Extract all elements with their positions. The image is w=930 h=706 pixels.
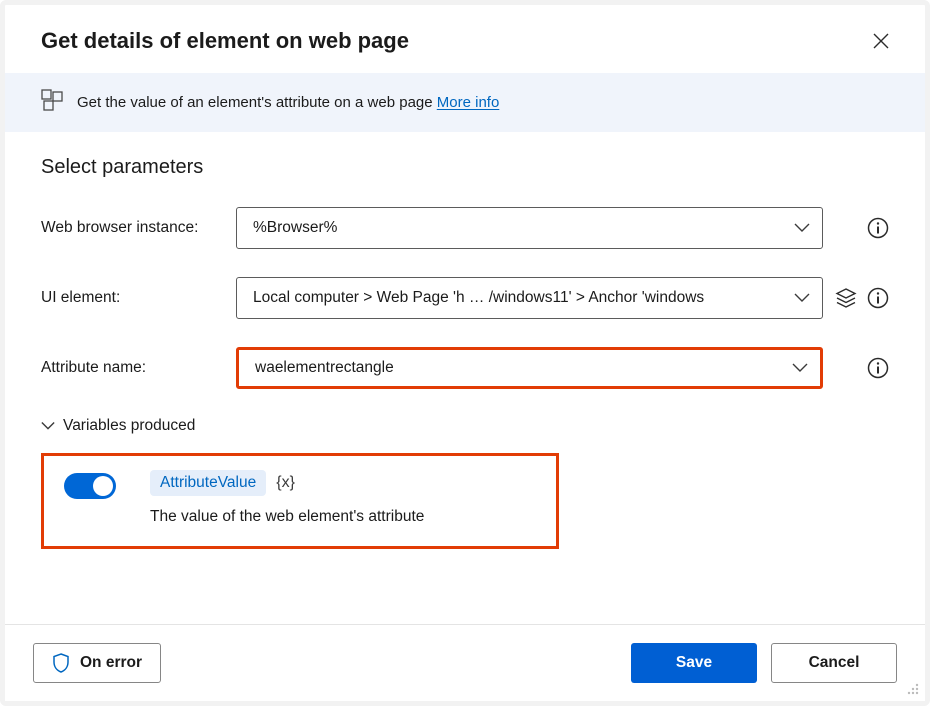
- variable-description: The value of the web element's attribute: [150, 508, 536, 526]
- variable-braces-icon: {x}: [276, 474, 295, 492]
- cancel-button[interactable]: Cancel: [771, 643, 897, 683]
- row-attribute-name: Attribute name: waelementrectangle: [41, 347, 889, 389]
- shield-icon: [52, 653, 70, 673]
- variables-produced-title: Variables produced: [63, 417, 195, 435]
- on-error-button[interactable]: On error: [33, 643, 161, 683]
- browser-instance-select[interactable]: %Browser%: [236, 207, 823, 249]
- info-bar: Get the value of an element's attribute …: [5, 73, 925, 132]
- label-ui-element: UI element:: [41, 289, 236, 307]
- section-title: Select parameters: [41, 156, 889, 179]
- variable-name[interactable]: AttributeValue: [150, 470, 266, 496]
- info-icon[interactable]: [867, 287, 889, 309]
- variables-produced-header[interactable]: Variables produced: [41, 417, 889, 435]
- chevron-down-icon: [794, 293, 810, 303]
- variable-block: AttributeValue {x} The value of the web …: [41, 453, 559, 549]
- ui-element-value: Local computer > Web Page 'h … /windows1…: [253, 289, 704, 307]
- info-description: Get the value of an element's attribute …: [77, 94, 437, 111]
- close-icon: [873, 33, 889, 49]
- chevron-down-icon: [794, 223, 810, 233]
- attribute-name-select[interactable]: waelementrectangle: [236, 347, 823, 389]
- ui-element-select[interactable]: Local computer > Web Page 'h … /windows1…: [236, 277, 823, 319]
- variable-content: AttributeValue {x} The value of the web …: [150, 470, 536, 526]
- variable-toggle[interactable]: [64, 473, 116, 499]
- info-icon[interactable]: [867, 217, 889, 239]
- close-button[interactable]: [867, 27, 895, 55]
- save-button[interactable]: Save: [631, 643, 757, 683]
- label-attribute-name: Attribute name:: [41, 359, 236, 377]
- dialog-header: Get details of element on web page: [5, 5, 925, 73]
- more-info-link[interactable]: More info: [437, 94, 500, 111]
- on-error-label: On error: [80, 654, 142, 672]
- dialog-title: Get details of element on web page: [41, 28, 409, 54]
- label-browser-instance: Web browser instance:: [41, 219, 236, 237]
- browser-instance-value: %Browser%: [253, 219, 337, 237]
- info-text: Get the value of an element's attribute …: [77, 94, 499, 111]
- chevron-down-icon: [792, 363, 808, 373]
- attribute-name-value: waelementrectangle: [255, 359, 394, 377]
- row-browser-instance: Web browser instance: %Browser%: [41, 207, 889, 249]
- chevron-down-icon: [41, 421, 55, 431]
- dialog-body: Select parameters Web browser instance: …: [5, 132, 925, 624]
- dialog-footer: On error Save Cancel: [5, 624, 925, 701]
- info-icon[interactable]: [867, 357, 889, 379]
- action-icon: [41, 89, 63, 116]
- resize-grip-icon[interactable]: [905, 681, 919, 695]
- action-dialog: Get details of element on web page Get t…: [0, 0, 930, 706]
- row-ui-element: UI element: Local computer > Web Page 'h…: [41, 277, 889, 319]
- layers-icon[interactable]: [835, 287, 857, 309]
